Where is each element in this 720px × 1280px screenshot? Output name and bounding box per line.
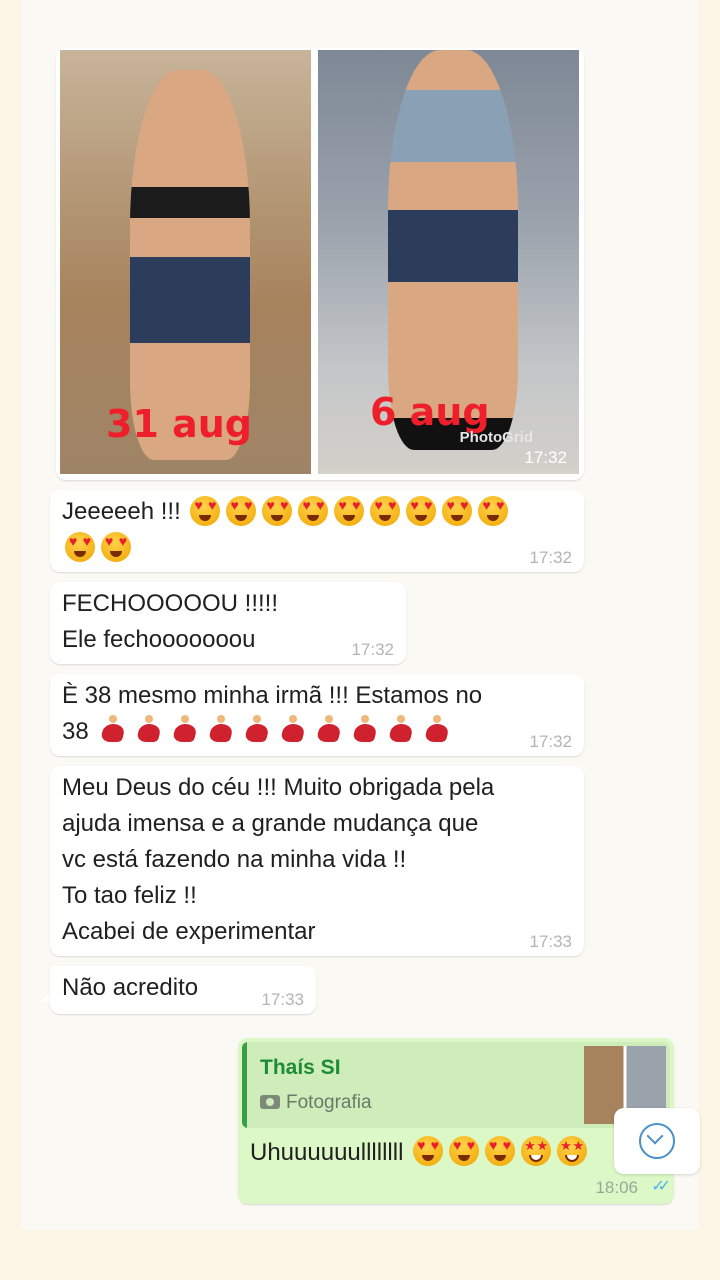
message-time: 17:32: [529, 548, 572, 567]
dancer-emoji-icon: [351, 715, 379, 745]
dancer-emoji-icon: [243, 715, 271, 745]
photogrid-watermark: PhotoGrid: [459, 429, 533, 446]
heart-eyes-emoji-icon: [370, 495, 401, 526]
heart-eyes-emoji-icon: [262, 495, 293, 526]
dancer-emoji-icon: [387, 715, 415, 745]
heart-eyes-emoji-icon: [101, 531, 131, 562]
message-time: 17:33: [261, 990, 304, 1009]
message-text: FECHOOOOOU !!!!!: [62, 590, 279, 617]
message-text: Meu Deus do céu !!! Muito obrigada pela: [62, 774, 495, 801]
heart-eyes-emoji-icon: [413, 1136, 444, 1166]
star-struck-emoji-icon: [557, 1136, 588, 1166]
message-text: È 38 mesmo minha irmã !!! Estamos no: [62, 682, 483, 709]
message-line: 38: [62, 714, 572, 750]
message-time: 18:06: [595, 1178, 638, 1197]
heart-eyes-emoji-icon: [334, 495, 365, 526]
incoming-message[interactable]: FECHOOOOOU !!!!! Ele fechooooooou 17:32: [50, 582, 406, 664]
incoming-message[interactable]: Não acredito 17:33: [50, 966, 316, 1014]
quoted-author: Thaís SI: [260, 1056, 341, 1079]
after-photo[interactable]: 6 aug PhotoGrid 17:32: [318, 50, 579, 474]
message-text: Acabei de experimentar: [62, 918, 316, 945]
message-text: vc está fazendo na minha vida !!: [62, 846, 407, 873]
quote-bar: [242, 1042, 247, 1128]
heart-eyes-emoji-icon: [449, 1136, 480, 1166]
heart-eyes-emoji-icon: [190, 495, 221, 526]
before-photo[interactable]: 31 aug: [60, 50, 311, 474]
message-text: Uhuuuuuullllllll: [250, 1139, 404, 1166]
incoming-message[interactable]: Jeeeeeh !!! 17:32: [50, 490, 584, 572]
double-check-icon: ✓✓: [651, 1178, 671, 1195]
photo-caption-right: 6 aug: [370, 390, 490, 434]
dancer-emoji-icon: [423, 715, 451, 745]
message-time: 17:32: [529, 732, 572, 751]
message-text: Ele fechooooooou: [62, 626, 256, 653]
dancer-emoji-icon: [135, 715, 163, 745]
quoted-message[interactable]: Thaís SI Fotografia: [242, 1042, 670, 1128]
star-struck-emoji-icon: [521, 1136, 552, 1166]
heart-eyes-emoji-icon: [298, 495, 329, 526]
message-line: Uhuuuuuullllllll: [250, 1136, 590, 1169]
dancer-emoji-icon: [315, 715, 343, 745]
heart-eyes-emoji-icon: [485, 1136, 516, 1166]
message-text: 38: [62, 718, 89, 745]
emoji-row: [187, 495, 511, 531]
message-text: ajuda imensa e a grande mudança que: [62, 810, 479, 837]
dancer-emoji-icon: [171, 715, 199, 745]
message-line: Jeeeeeh !!!: [62, 494, 572, 531]
photo-message[interactable]: 31 aug 6 aug PhotoGrid 17:32: [56, 48, 584, 480]
message-text: To tao feliz !!: [62, 882, 197, 909]
heart-eyes-emoji-icon: [65, 531, 95, 562]
outgoing-message[interactable]: Thaís SI Fotografia Uhuuuuuullllllll 18:…: [238, 1038, 674, 1204]
dancer-emoji-icon: [207, 715, 235, 745]
quoted-type-label: Fotografia: [286, 1092, 372, 1113]
message-time: 17:32: [524, 448, 567, 467]
dancer-emoji-icon: [99, 715, 127, 745]
camera-icon: [260, 1095, 280, 1109]
incoming-message[interactable]: È 38 mesmo minha irmã !!! Estamos no 38 …: [50, 674, 584, 756]
quoted-type: Fotografia: [260, 1092, 372, 1114]
message-time: 17:32: [351, 640, 394, 659]
scroll-down-button[interactable]: [614, 1108, 700, 1174]
heart-eyes-emoji-icon: [226, 495, 257, 526]
heart-eyes-emoji-icon: [406, 495, 437, 526]
photo-caption-left: 31 aug: [106, 402, 253, 446]
dancer-emoji-icon: [279, 715, 307, 745]
message-line: [62, 531, 572, 567]
message-text: Jeeeeeh !!!: [62, 498, 181, 525]
heart-eyes-emoji-icon: [442, 495, 473, 526]
incoming-message[interactable]: Meu Deus do céu !!! Muito obrigada pela …: [50, 766, 584, 956]
message-time: 17:33: [529, 932, 572, 951]
heart-eyes-emoji-icon: [478, 495, 509, 526]
